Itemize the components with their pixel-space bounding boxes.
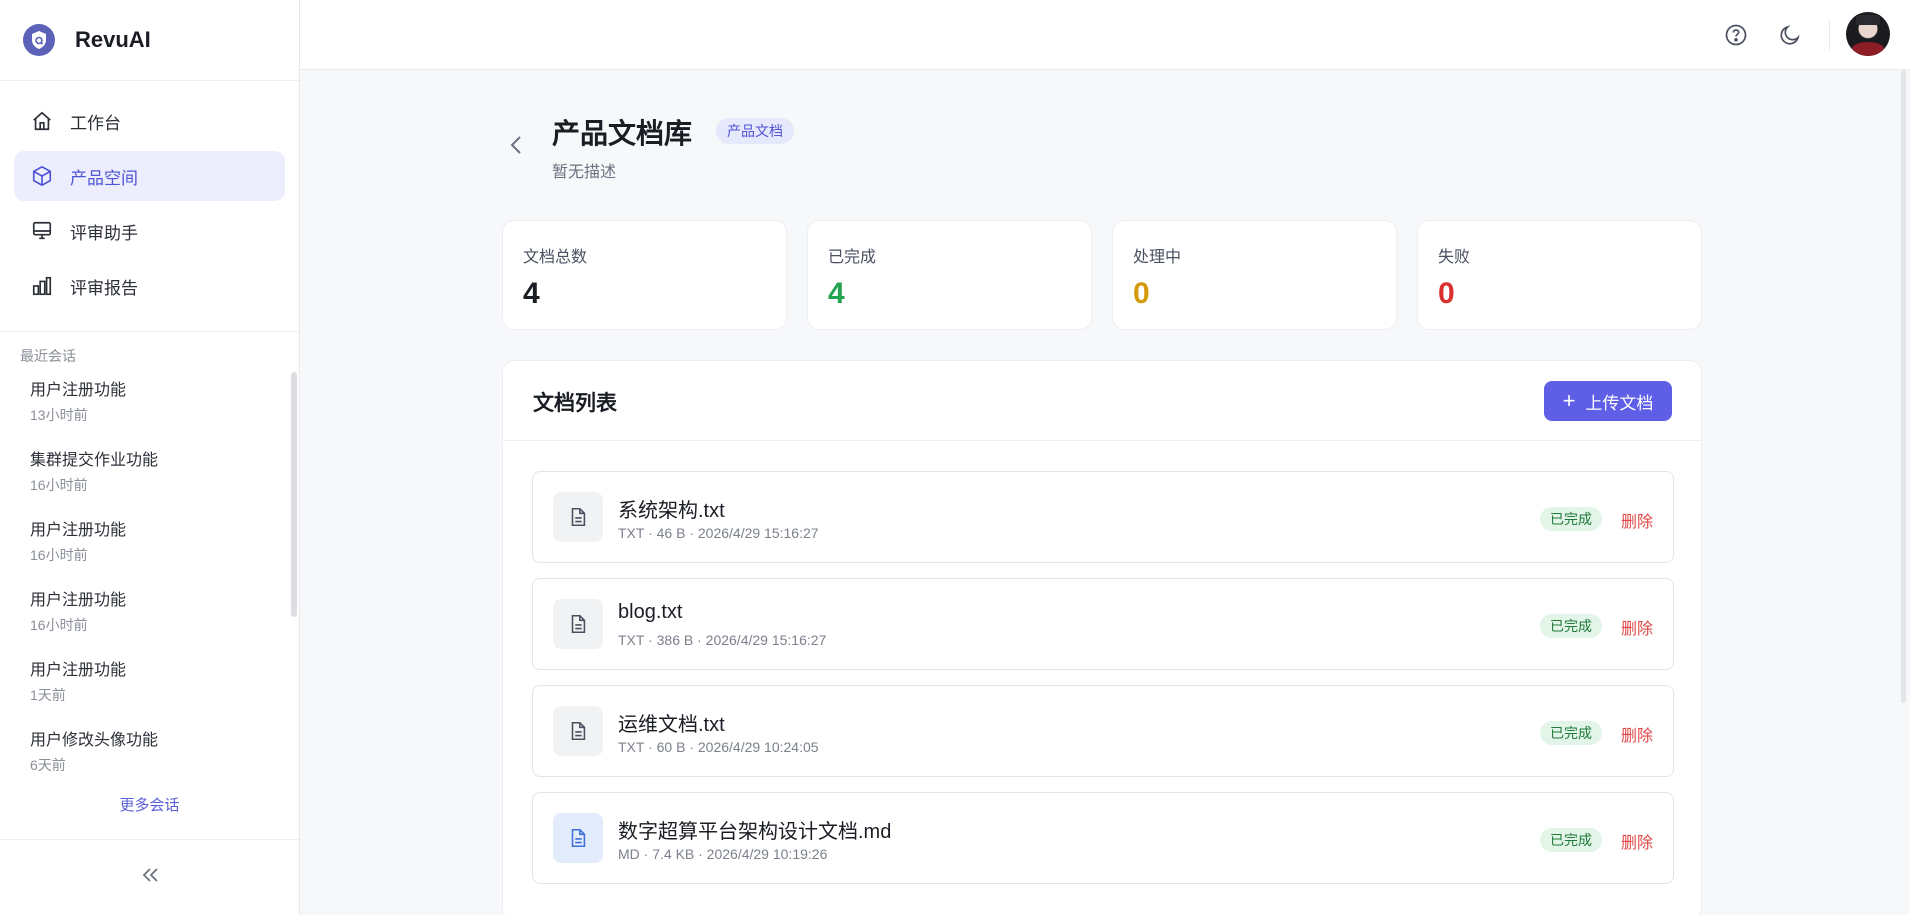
document-meta: TXT · 46 B · 2026/4/29 15:16:27 bbox=[618, 525, 819, 541]
document-name: 数字超算平台架构设计文档.md bbox=[618, 821, 892, 843]
upload-label: 上传文档 bbox=[1585, 393, 1654, 413]
document-meta: TXT · 386 B · 2026/4/29 15:16:27 bbox=[618, 632, 827, 648]
conversation-title: 用户注册功能 bbox=[30, 382, 127, 399]
status-badge: 已完成 bbox=[1540, 828, 1602, 852]
conversation-title: 用户注册功能 bbox=[30, 662, 127, 679]
plus-icon: + bbox=[1562, 388, 1576, 413]
document-list-panel: 文档列表 + 上传文档 系统架构.txt TXT · 46 B · 2026/4… bbox=[502, 360, 1702, 915]
conversation-item[interactable]: 用户注册功能 1天前 bbox=[0, 660, 299, 730]
brand: RevuAI bbox=[0, 0, 299, 81]
topbar-divider bbox=[1829, 20, 1830, 50]
more-conversations-link[interactable]: 更多会话 bbox=[0, 794, 299, 815]
nav-item-product-space[interactable]: 产品空间 bbox=[14, 151, 285, 201]
conversation-time: 16小时前 bbox=[30, 617, 88, 633]
status-badge: 已完成 bbox=[1540, 721, 1602, 745]
stat-value: 0 bbox=[1438, 277, 1455, 310]
stat-card-processing: 处理中 0 bbox=[1112, 220, 1397, 330]
document-name: blog.txt bbox=[618, 601, 683, 623]
file-icon bbox=[553, 492, 603, 542]
stat-card-total: 文档总数 4 bbox=[502, 220, 787, 330]
conversation-time: 16小时前 bbox=[30, 477, 88, 493]
file-icon bbox=[553, 706, 603, 756]
conversation-title: 集群提交作业功能 bbox=[30, 452, 159, 469]
brand-name: RevuAI bbox=[75, 27, 151, 52]
bar-chart-icon bbox=[30, 274, 54, 298]
stat-label: 已完成 bbox=[828, 249, 877, 266]
sidebar-footer bbox=[0, 839, 299, 915]
avatar[interactable] bbox=[1846, 12, 1890, 56]
conversation-time: 13小时前 bbox=[30, 407, 88, 423]
delete-button[interactable]: 删除 bbox=[1621, 508, 1653, 532]
markdown-file-icon bbox=[553, 813, 603, 863]
conversation-title: 用户修改头像功能 bbox=[30, 732, 159, 749]
logo-icon bbox=[23, 24, 55, 56]
delete-button[interactable]: 删除 bbox=[1621, 615, 1653, 639]
nav-label: 产品空间 bbox=[70, 168, 138, 188]
main-nav: 工作台 产品空间 评审助手 评审报告 bbox=[0, 81, 299, 332]
recent-conversations: 最近会话 用户注册功能 13小时前 集群提交作业功能 16小时前 用户注册功能 … bbox=[0, 332, 299, 815]
conversation-item[interactable]: 用户修改头像功能 6天前 bbox=[0, 730, 299, 800]
document-meta: MD · 7.4 KB · 2026/4/29 10:19:26 bbox=[618, 846, 828, 862]
monitor-icon bbox=[30, 219, 54, 243]
panel-header: 文档列表 + 上传文档 bbox=[503, 361, 1701, 441]
conversation-title: 用户注册功能 bbox=[30, 592, 127, 609]
nav-item-review-assistant[interactable]: 评审助手 bbox=[14, 206, 285, 256]
document-item[interactable]: 数字超算平台架构设计文档.md MD · 7.4 KB · 2026/4/29 … bbox=[532, 792, 1674, 884]
page-tag: 产品文档 bbox=[716, 118, 794, 144]
stat-label: 处理中 bbox=[1133, 249, 1182, 266]
page-description: 暂无描述 bbox=[552, 164, 617, 181]
conversation-item[interactable]: 用户注册功能 16小时前 bbox=[0, 520, 299, 590]
document-name: 运维文档.txt bbox=[618, 714, 725, 736]
back-icon[interactable] bbox=[506, 132, 528, 158]
help-icon[interactable] bbox=[1722, 21, 1750, 49]
conversation-item[interactable]: 用户注册功能 13小时前 bbox=[0, 380, 299, 450]
conversation-title: 用户注册功能 bbox=[30, 522, 127, 539]
conversation-time: 1天前 bbox=[30, 687, 66, 703]
nav-label: 工作台 bbox=[70, 113, 121, 133]
conversation-time: 6天前 bbox=[30, 757, 66, 773]
nav-label: 评审报告 bbox=[70, 278, 138, 298]
conversation-item[interactable]: 用户注册功能 16小时前 bbox=[0, 590, 299, 660]
stat-value: 4 bbox=[523, 277, 540, 310]
document-item[interactable]: blog.txt TXT · 386 B · 2026/4/29 15:16:2… bbox=[532, 578, 1674, 670]
status-badge: 已完成 bbox=[1540, 614, 1602, 638]
stat-value: 0 bbox=[1133, 277, 1150, 310]
status-badge: 已完成 bbox=[1540, 507, 1602, 531]
delete-button[interactable]: 删除 bbox=[1621, 722, 1653, 746]
stat-label: 文档总数 bbox=[523, 249, 588, 266]
home-icon bbox=[30, 109, 54, 133]
recent-title: 最近会话 bbox=[20, 348, 76, 364]
upload-document-button[interactable]: + 上传文档 bbox=[1544, 381, 1672, 421]
document-meta: TXT · 60 B · 2026/4/29 10:24:05 bbox=[618, 739, 819, 755]
conversation-time: 16小时前 bbox=[30, 547, 88, 563]
nav-item-workbench[interactable]: 工作台 bbox=[14, 96, 285, 146]
nav-item-review-report[interactable]: 评审报告 bbox=[14, 261, 285, 311]
delete-button[interactable]: 删除 bbox=[1621, 829, 1653, 853]
document-item[interactable]: 系统架构.txt TXT · 46 B · 2026/4/29 15:16:27… bbox=[532, 471, 1674, 563]
panel-title: 文档列表 bbox=[533, 392, 617, 415]
stat-value: 4 bbox=[828, 277, 845, 310]
stat-card-completed: 已完成 4 bbox=[807, 220, 1092, 330]
top-bar bbox=[300, 0, 1910, 70]
file-icon bbox=[553, 599, 603, 649]
dark-mode-icon[interactable] bbox=[1776, 21, 1804, 49]
cube-icon bbox=[30, 164, 54, 188]
document-name: 系统架构.txt bbox=[618, 500, 725, 522]
document-item[interactable]: 运维文档.txt TXT · 60 B · 2026/4/29 10:24:05… bbox=[532, 685, 1674, 777]
collapse-sidebar-icon[interactable] bbox=[138, 863, 162, 892]
stat-card-failed: 失败 0 bbox=[1417, 220, 1702, 330]
main-scrollbar[interactable] bbox=[1901, 70, 1906, 703]
page-title: 产品文档库 bbox=[552, 118, 693, 149]
sidebar: RevuAI 工作台 产品空间 评审助手 评审报告 最近会话 用户注册功能 13… bbox=[0, 0, 300, 915]
sidebar-scrollbar[interactable] bbox=[291, 372, 297, 617]
stat-label: 失败 bbox=[1438, 249, 1471, 266]
conversation-item[interactable]: 集群提交作业功能 16小时前 bbox=[0, 450, 299, 520]
nav-label: 评审助手 bbox=[70, 223, 138, 243]
